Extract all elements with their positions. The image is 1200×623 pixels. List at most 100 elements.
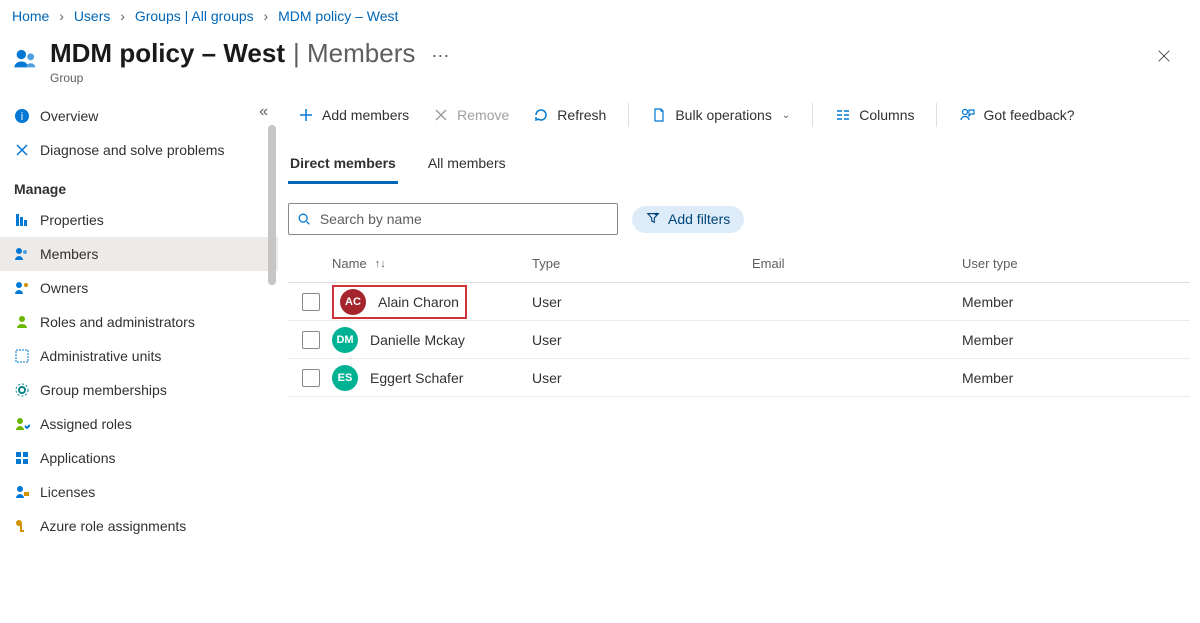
owners-icon [14,280,30,296]
chevron-down-icon: ⌄ [782,110,790,121]
filter-icon [646,211,660,228]
sidebar-item-label: Roles and administrators [40,314,195,330]
info-icon: i [14,108,30,124]
close-button[interactable] [1152,44,1176,68]
sidebar-item-label: Administrative units [40,348,161,364]
table-row[interactable]: ES Eggert Schafer User Member [288,359,1190,397]
member-name[interactable]: Eggert Schafer [370,370,463,386]
sidebar-item-label: Overview [40,108,98,124]
sidebar-item-applications[interactable]: Applications [0,441,278,475]
sidebar-item-diagnose[interactable]: Diagnose and solve problems [0,133,278,167]
member-usertype: Member [958,370,1168,386]
column-type[interactable]: Type [528,256,748,271]
filter-label: Add filters [668,211,730,227]
sidebar-item-assigned-roles[interactable]: Assigned roles [0,407,278,441]
table-row[interactable]: DM Danielle Mckay User Member [288,321,1190,359]
roles-icon [14,314,30,330]
feedback-icon [959,107,975,123]
sidebar-item-label: Applications [40,450,116,466]
table-row[interactable]: AC Alain Charon User Member [288,283,1190,321]
columns-button[interactable]: Columns [825,101,924,129]
svg-text:i: i [21,111,23,123]
cmd-label: Add members [322,107,409,123]
avatar: ES [332,365,358,391]
search-input[interactable] [320,211,609,227]
filter-row: Add filters [288,203,1190,235]
member-type: User [528,370,748,386]
remove-icon [433,107,449,123]
sidebar-item-properties[interactable]: Properties [0,203,278,237]
content-area: Add members Remove Refresh Bulk operatio… [278,95,1200,623]
group-icon [12,44,40,72]
row-checkbox[interactable] [302,293,320,311]
diagnose-icon [14,142,30,158]
cmd-label: Bulk operations [675,107,772,123]
breadcrumb-sep: › [59,8,64,24]
columns-icon [835,107,851,123]
licenses-icon [14,484,30,500]
sidebar-item-label: Members [40,246,98,262]
sidebar-item-members[interactable]: Members [0,237,278,271]
gear-icon [14,382,30,398]
cmd-label: Columns [859,107,914,123]
key-icon [14,518,30,534]
column-usertype[interactable]: User type [958,256,1168,271]
sidebar-item-label: Properties [40,212,104,228]
bulk-operations-button[interactable]: Bulk operations ⌄ [641,101,800,129]
sidebar-item-overview[interactable]: i Overview [0,99,278,133]
sidebar-item-label: Diagnose and solve problems [40,142,224,158]
avatar: AC [340,289,366,315]
sidebar-item-group-memberships[interactable]: Group memberships [0,373,278,407]
page-title-section: | Members [293,38,415,69]
breadcrumb-users[interactable]: Users [74,8,111,24]
breadcrumb-groups[interactable]: Groups | All groups [135,8,254,24]
collapse-sidebar-button[interactable]: « [259,103,268,121]
sidebar-item-admin-units[interactable]: Administrative units [0,339,278,373]
sidebar-item-roles[interactable]: Roles and administrators [0,305,278,339]
resource-type-label: Group [50,71,449,85]
sidebar-scrollbar[interactable] [266,125,278,623]
sidebar-item-label: Assigned roles [40,416,132,432]
feedback-button[interactable]: Got feedback? [949,101,1084,129]
member-type: User [528,294,748,310]
column-name[interactable]: Name ↑↓ [328,256,528,271]
add-filters-button[interactable]: Add filters [632,206,744,233]
breadcrumb-current[interactable]: MDM policy – West [278,8,398,24]
command-separator [812,103,813,127]
remove-button: Remove [423,101,519,129]
add-members-button[interactable]: Add members [288,101,419,129]
apps-icon [14,450,30,466]
highlighted-member: AC Alain Charon [332,285,467,319]
column-email[interactable]: Email [748,256,958,271]
member-name[interactable]: Alain Charon [378,294,459,310]
sidebar-item-label: Azure role assignments [40,518,186,534]
cmd-label: Refresh [557,107,606,123]
row-checkbox[interactable] [302,331,320,349]
members-icon [14,246,30,262]
tabs: Direct members All members [288,149,1190,185]
more-actions-button[interactable]: ⋯ [431,46,449,67]
properties-icon [14,212,30,228]
search-icon [297,211,312,227]
member-name[interactable]: Danielle Mckay [370,332,465,348]
refresh-button[interactable]: Refresh [523,101,616,129]
sidebar-item-licenses[interactable]: Licenses [0,475,278,509]
search-box[interactable] [288,203,618,235]
tab-all-members[interactable]: All members [426,149,508,184]
command-bar: Add members Remove Refresh Bulk operatio… [288,95,1190,139]
table-header: Name ↑↓ Type Email User type [288,245,1190,283]
sidebar-item-label: Owners [40,280,88,296]
command-separator [628,103,629,127]
breadcrumb-home[interactable]: Home [12,8,49,24]
avatar: DM [332,327,358,353]
sidebar-item-azure-roles[interactable]: Azure role assignments [0,509,278,543]
sidebar-item-owners[interactable]: Owners [0,271,278,305]
file-icon [651,107,667,123]
sidebar: « i Overview Diagnose and solve problems… [0,95,278,623]
tab-direct-members[interactable]: Direct members [288,149,398,184]
sidebar-item-label: Group memberships [40,382,167,398]
admin-units-icon [14,348,30,364]
refresh-icon [533,107,549,123]
breadcrumb-sep: › [264,8,269,24]
row-checkbox[interactable] [302,369,320,387]
